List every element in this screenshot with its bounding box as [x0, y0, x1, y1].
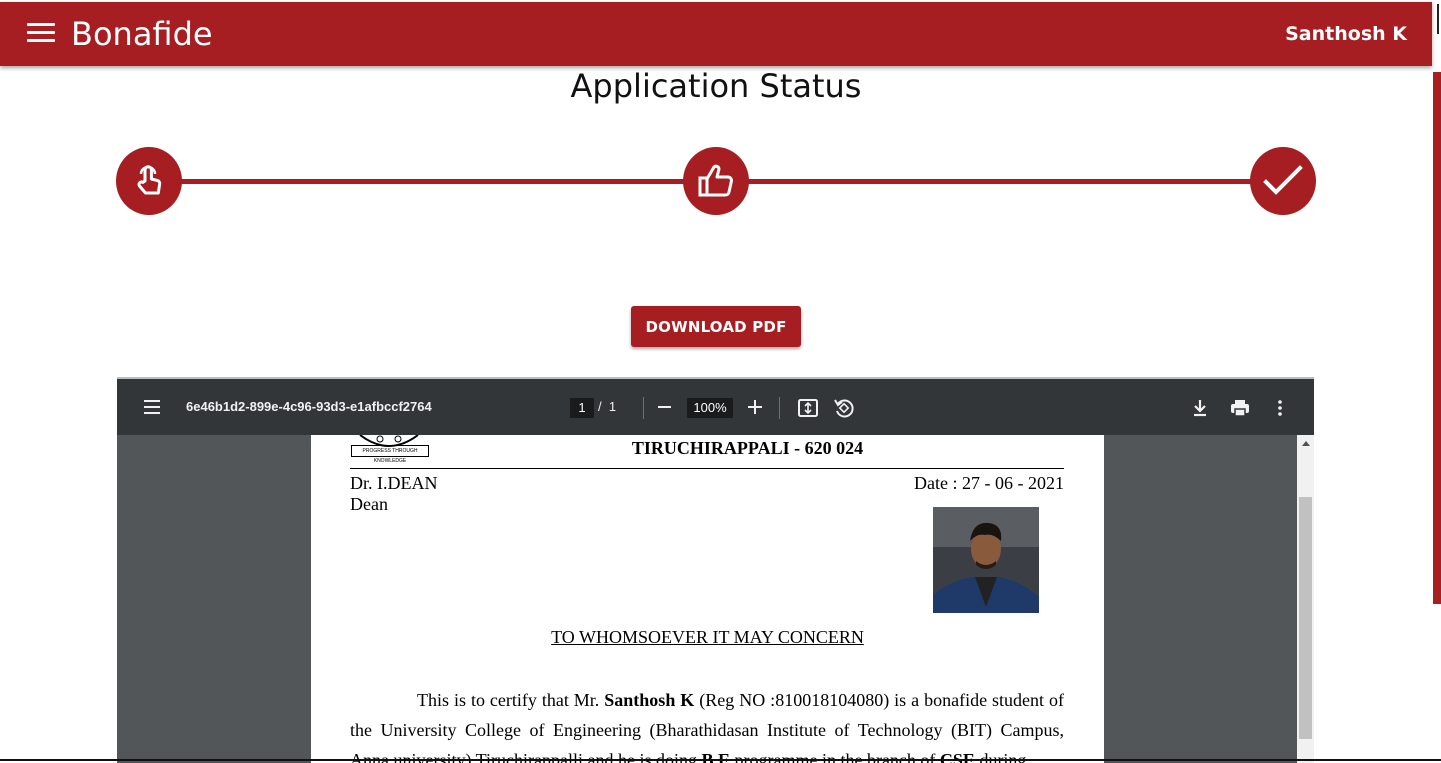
certificate-body: This is to certify that Mr. Santhosh K (…: [350, 685, 1064, 763]
touch-icon: [137, 165, 162, 195]
progress-line-1: [180, 179, 685, 184]
pdf-file-name: 6e46b1d2-899e-4c96-93d3-e1afbccf2764: [186, 399, 432, 414]
user-name[interactable]: Santhosh K: [1285, 23, 1407, 45]
download-icon[interactable]: [1189, 397, 1211, 419]
addressee-title: Dean: [350, 494, 388, 514]
scroll-thumb[interactable]: [1299, 497, 1312, 739]
pdf-viewer: 6e46b1d2-899e-4c96-93d3-e1afbccf2764 1 /…: [117, 377, 1314, 763]
body-text-4: during: [974, 750, 1027, 763]
rotate-icon[interactable]: [833, 397, 855, 419]
pdf-scrollbar[interactable]: [1297, 435, 1314, 763]
student-photo: [933, 507, 1039, 613]
toolbar-divider: [779, 397, 780, 419]
side-panel-edge: [1433, 72, 1441, 604]
branch: CSE: [939, 750, 975, 763]
app-title: Bonafide: [71, 15, 213, 53]
menu-icon[interactable]: [27, 23, 55, 45]
page-separator: /: [598, 399, 602, 414]
scroll-up-arrow-icon[interactable]: [1302, 441, 1310, 446]
page-title: Application Status: [570, 67, 862, 105]
toolbar-divider: [643, 397, 644, 419]
addressee-name: Dr. I.DEAN: [350, 473, 438, 493]
progress-line-2: [747, 179, 1252, 184]
header-divider: [350, 468, 1064, 469]
step-applied[interactable]: [116, 147, 182, 215]
programme: B.E: [701, 750, 730, 763]
more-vert-icon[interactable]: [1269, 397, 1291, 419]
fit-page-icon[interactable]: [797, 397, 819, 419]
zoom-level-input[interactable]: 100%: [687, 398, 733, 418]
pdf-toolbar: 6e46b1d2-899e-4c96-93d3-e1afbccf2764 1 /…: [117, 379, 1314, 435]
download-pdf-button[interactable]: DOWNLOAD PDF: [631, 306, 801, 347]
college-address: TIRUCHIRAPPALI - 620 024: [631, 438, 864, 458]
window-edge: [1437, 4, 1439, 34]
check-icon: [1263, 165, 1303, 195]
page-count: 1: [608, 399, 617, 414]
zoom-in-icon[interactable]: [748, 400, 762, 414]
issue-date: Date : 27 - 06 - 2021: [914, 473, 1064, 493]
body-text-1: This is to certify that Mr.: [417, 690, 605, 710]
step-approved[interactable]: [683, 147, 749, 215]
print-icon[interactable]: [1229, 397, 1251, 419]
certificate-heading: TO WHOMSOEVER IT MAY CONCERN: [551, 627, 864, 647]
page-total: / 1: [598, 399, 616, 414]
page-number-input[interactable]: 1: [570, 398, 594, 418]
student-name: Santhosh K: [604, 690, 695, 710]
pdf-page: PROGRESS THROUGH KNOWLEDGE TIRUCHIRAPPAL…: [311, 435, 1104, 763]
app-bar: Bonafide Santhosh K: [0, 2, 1432, 66]
body-text-3: programme in the branch of: [729, 750, 940, 763]
menu-icon[interactable]: [144, 400, 160, 418]
thumbs-up-icon: [698, 164, 733, 197]
zoom-out-icon[interactable]: [658, 406, 671, 408]
step-completed[interactable]: [1250, 147, 1316, 215]
